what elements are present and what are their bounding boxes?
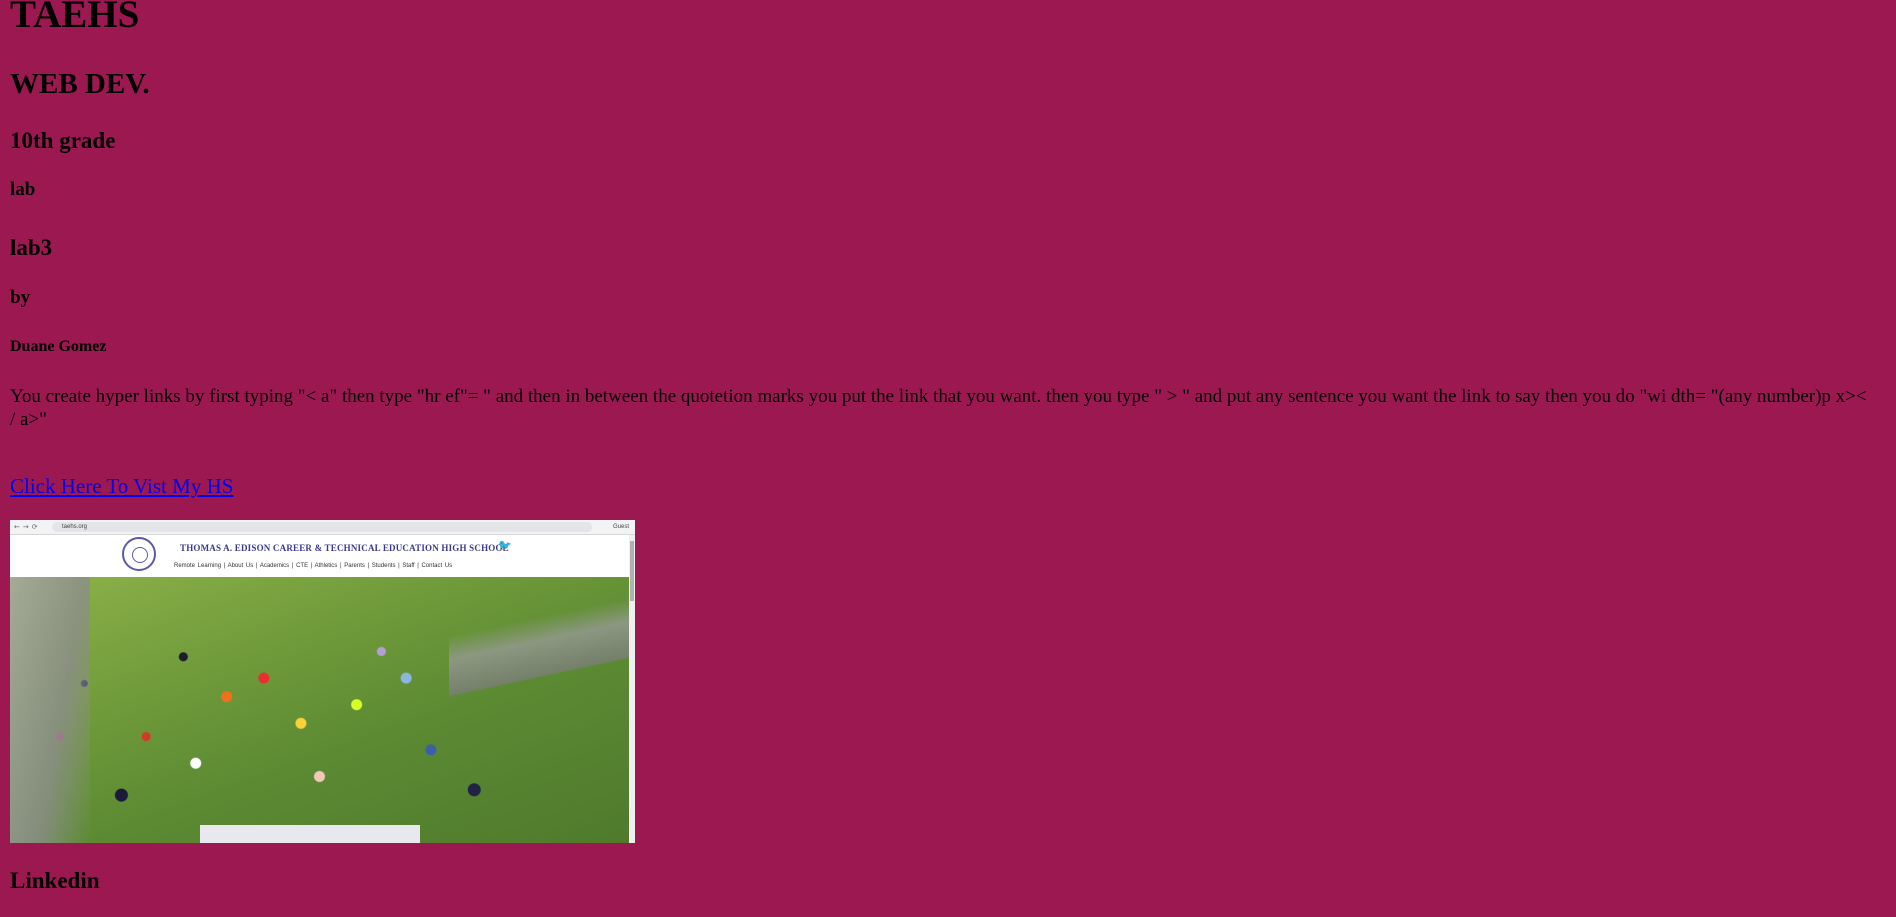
page: TAEHS WEB DEV. 10th grade lab lab3 by Du…	[0, 0, 1896, 917]
browser-nav-icons: ←→⟳	[14, 523, 41, 531]
site-header: THOMAS A. EDISON CAREER & TECHNICAL EDUC…	[10, 535, 629, 577]
school-website-screenshot: ←→⟳ taehs.org Guest THOMAS A. EDISON CAR…	[10, 520, 635, 843]
screenshot-scrollbar	[629, 535, 635, 843]
browser-guest-label: Guest	[612, 524, 629, 530]
browser-url: taehs.org	[52, 522, 592, 532]
school-seal-icon	[122, 537, 156, 571]
screenshot-scrollbar-thumb	[630, 541, 634, 601]
twitter-icon: 🐦	[498, 539, 512, 552]
linkedin-heading: Linkedin	[10, 868, 100, 893]
site-menu: Remote Learning | About Us | Academics |…	[174, 563, 453, 569]
instructions-text: You create hyper links by first typing "…	[10, 386, 1867, 430]
site-school-name: THOMAS A. EDISON CAREER & TECHNICAL EDUC…	[180, 543, 509, 553]
by-label: by	[10, 287, 31, 308]
browser-bar: ←→⟳ taehs.org Guest	[10, 520, 635, 535]
photo-banner	[200, 825, 420, 843]
photo-wall	[449, 597, 629, 697]
course-title: WEB DEV.	[10, 68, 150, 100]
author-name: Duane Gomez	[10, 338, 107, 355]
photo-path	[10, 577, 90, 843]
visit-school-link[interactable]: Click Here To Vist My HS	[10, 473, 233, 499]
students-photo	[10, 577, 629, 843]
school-title: TAEHS	[10, 0, 140, 36]
lab-name: lab3	[10, 235, 53, 260]
grade-heading: 10th grade	[10, 128, 116, 153]
lab-label: lab	[10, 179, 36, 200]
